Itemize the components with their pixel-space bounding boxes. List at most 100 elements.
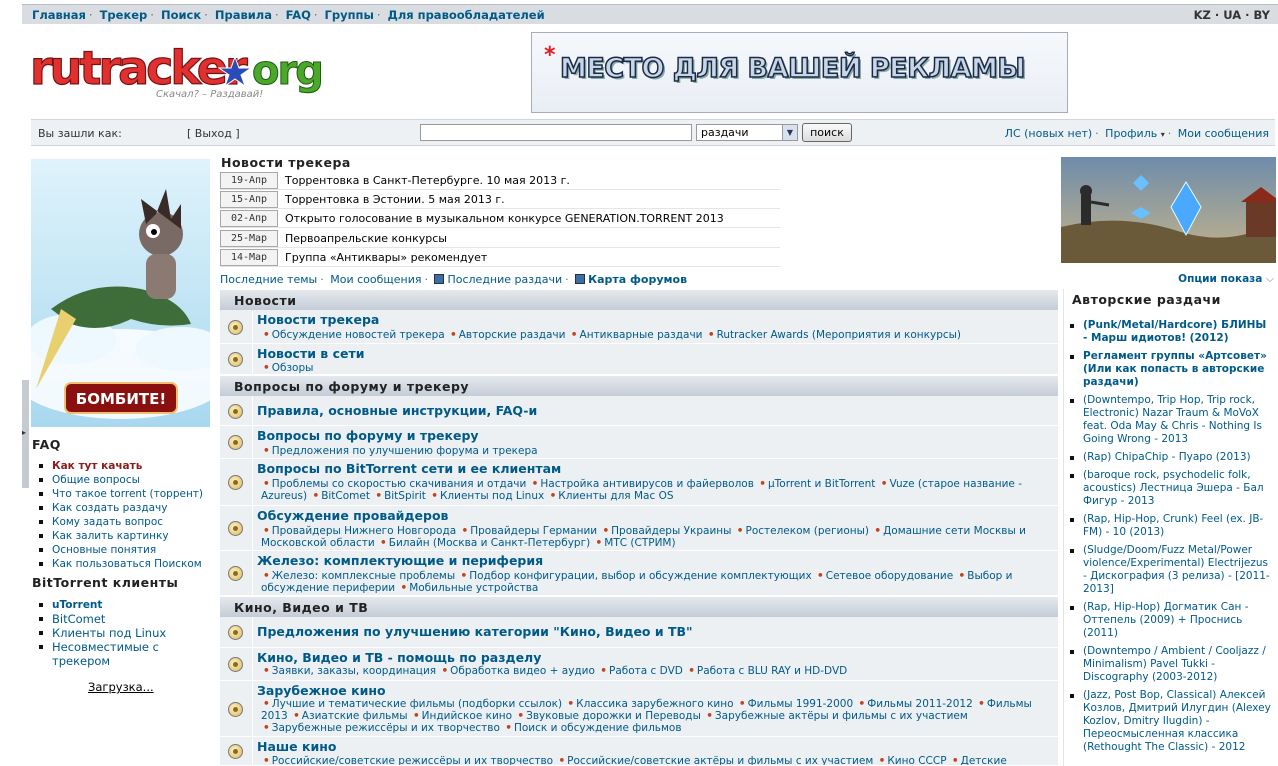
author-release-item[interactable]: (Sludge/Doom/Fuzz Metal/Power violence/E… — [1070, 544, 1271, 596]
display-options-toggle[interactable]: Опции показа ⌵ — [1178, 273, 1274, 286]
left-panel-toggle[interactable]: ▸ — [22, 380, 29, 488]
category-header-news[interactable]: Новости — [220, 289, 1058, 310]
subforum-link[interactable]: Зарубежные режиссёры и их творчество — [272, 722, 500, 734]
author-release-item[interactable]: (Downtempo / Ambient / Cooljazz / Minima… — [1070, 645, 1271, 684]
subforum-link[interactable]: Обзоры — [272, 362, 314, 374]
subforum-link[interactable]: Кино СССР — [887, 755, 946, 765]
subforum-link[interactable]: Российские/советские режиссёры и их твор… — [272, 755, 553, 765]
author-release-item[interactable]: (Jazz, Post Bop, Classical) Алексей Козл… — [1070, 689, 1271, 754]
left-ad-banner[interactable]: БОМБИТЕ! — [31, 159, 210, 427]
forum-title[interactable]: Кино, Видео и ТВ - помощь по разделу — [257, 650, 541, 665]
subforum-link[interactable]: Обсуждение новостей трекера — [272, 329, 445, 341]
logout-link[interactable]: [ Выход ] — [187, 127, 240, 140]
search-input[interactable] — [420, 124, 692, 141]
forum-title[interactable]: Предложения по улучшению категории "Кино… — [257, 624, 693, 639]
faq-item[interactable]: Кому задать вопрос — [38, 515, 203, 529]
subforum-link[interactable]: Обработка видео + аудио — [450, 665, 595, 677]
nav-tracker[interactable]: Трекер — [100, 8, 148, 22]
news-item[interactable]: 19-Апр Торрентовка в Санкт-Петербурге. 1… — [220, 172, 780, 190]
faq-item[interactable]: Общие вопросы — [38, 473, 203, 487]
subforum-link[interactable]: Зарубежные актёры и фильмы с их участием — [715, 710, 968, 722]
client-item-utorrent[interactable]: uTorrent — [39, 598, 172, 612]
news-title[interactable]: Группа «Антиквары» рекомендует — [285, 251, 487, 264]
subforum-link[interactable]: Фильмы 1991-2000 — [748, 698, 854, 710]
faq-item[interactable]: Как создать раздачу — [38, 501, 203, 515]
ad-banner[interactable]: * МЕСТО ДЛЯ ВАШЕЙ РЕКЛАМЫ — [531, 32, 1068, 113]
news-item[interactable]: 25-Мар Первоапрельские конкурсы — [220, 230, 780, 248]
forum-title[interactable]: Железо: комплектующие и периферия — [257, 553, 543, 568]
right-ad-banner[interactable] — [1061, 157, 1276, 263]
subforum-link[interactable]: Предложения по улучшению форума и трекер… — [272, 445, 538, 457]
author-release-item[interactable]: (Rap) ChipaChip - Пуаро (2013) — [1070, 451, 1271, 464]
client-item-bitcomet[interactable]: BitComet — [39, 612, 172, 626]
subforum-link[interactable]: Индийское кино — [422, 710, 512, 722]
forum-title[interactable]: Вопросы по BitTorrent сети и ее клиентам — [257, 461, 561, 476]
author-release-item[interactable]: (Rap, Hip-Hop, Crunk) Feel (ex. JB-FM) -… — [1070, 513, 1271, 539]
news-title[interactable]: Первоапрельские конкурсы — [285, 232, 447, 245]
author-release-item[interactable]: (Rap, Hip-Hop) Догматик Сан - Оттепель (… — [1070, 601, 1271, 640]
author-release-item[interactable]: (baroque rock, psychodelic folk, acousti… — [1070, 469, 1271, 508]
site-logo[interactable]: rutracker org Скачал? – Раздавай! — [29, 40, 330, 102]
forum-title[interactable]: Наше кино — [257, 739, 336, 754]
my-posts-link[interactable]: Мои сообщения — [1178, 127, 1269, 140]
news-item[interactable]: 02-Апр Открыто голосование в музыкальном… — [220, 210, 780, 228]
nav-search[interactable]: Поиск — [161, 8, 201, 22]
subforum-link[interactable]: Авторские раздачи — [459, 329, 566, 341]
subforum-link[interactable]: Клиенты под Linux — [440, 490, 544, 502]
subforum-link[interactable]: Фильмы 2011-2012 — [867, 698, 973, 710]
forum-title[interactable]: Новости трекера — [257, 312, 379, 327]
nav-home[interactable]: Главная — [32, 8, 86, 22]
subforum-link[interactable]: Ростелеком (регионы) — [745, 525, 869, 537]
author-release-item[interactable]: (Downtempo, Trip Hop, Trip rock, Electro… — [1070, 394, 1271, 446]
subforum-link[interactable]: Настройка антивирусов и файерволов — [540, 478, 754, 490]
subforum-link[interactable]: BitSpirit — [384, 490, 426, 502]
subforum-link[interactable]: Железо: комплексные проблемы — [272, 570, 455, 582]
subforum-link[interactable]: Работа с BLU RAY и HD-DVD — [697, 665, 847, 677]
subforum-link[interactable]: Сетевое оборудование — [826, 570, 953, 582]
subforum-link[interactable]: Мобильные устройства — [409, 582, 538, 594]
subforum-link[interactable]: Антикварные раздачи — [580, 329, 703, 341]
subforum-link[interactable]: Заявки, заказы, координация — [272, 665, 436, 677]
news-title[interactable]: Торрентовка в Эстонии. 5 мая 2013 г. — [285, 193, 505, 206]
author-release-item[interactable]: (Punk/Metal/Hardcore) БЛИНЫ - Марш идиот… — [1070, 319, 1271, 345]
subforum-link[interactable]: Проблемы со скоростью скачивания и отдач… — [272, 478, 527, 490]
subforum-link[interactable]: Провайдеры Нижнего Новгорода — [272, 525, 456, 537]
faq-item[interactable]: Как пользоваться Поиском — [38, 557, 203, 571]
forum-title[interactable]: Правила, основные инструкции, FAQ-и — [257, 403, 537, 418]
recent-topics-link[interactable]: Последние темы — [220, 273, 317, 286]
search-button[interactable]: поиск — [802, 123, 852, 142]
profile-link[interactable]: Профиль — [1105, 127, 1157, 140]
faq-item[interactable]: Что такое torrent (торрент) — [38, 487, 203, 501]
private-messages-link[interactable]: ЛС (новых нет) — [1005, 127, 1093, 140]
subforum-link[interactable]: Билайн (Москва и Санкт-Петербург) — [389, 537, 590, 549]
nav-copyright[interactable]: Для правообладателей — [388, 8, 545, 22]
faq-item[interactable]: Как тут качать — [38, 459, 203, 473]
nav-faq[interactable]: FAQ — [286, 8, 311, 22]
forum-title[interactable]: Вопросы по форуму и трекеру — [257, 428, 479, 443]
subforum-link[interactable]: Классика зарубежного кино — [576, 698, 733, 710]
subforum-link[interactable]: Клиенты для Mac OS — [558, 490, 673, 502]
news-item[interactable]: 15-Апр Торрентовка в Эстонии. 5 мая 2013… — [220, 191, 780, 209]
client-item-linux[interactable]: Клиенты под Linux — [39, 626, 172, 640]
subforum-link[interactable]: Работа с DVD — [609, 665, 683, 677]
faq-item[interactable]: Основные понятия — [38, 543, 203, 557]
author-release-item[interactable]: Регламент группы «Артсовет» (Или как поп… — [1070, 350, 1271, 389]
subforum-link[interactable]: МТС (СТРИМ) — [604, 537, 675, 549]
subforum-link[interactable]: Азиатские фильмы — [302, 710, 408, 722]
my-posts-quick-link[interactable]: Мои сообщения — [330, 273, 421, 286]
category-header-movies[interactable]: Кино, Видео и ТВ — [220, 596, 1058, 617]
nav-groups[interactable]: Группы — [325, 8, 374, 22]
subforum-link[interactable]: Провайдеры Германии — [470, 525, 597, 537]
forum-title[interactable]: Обсуждение провайдеров — [257, 508, 448, 523]
forum-map-link[interactable]: Карта форумов — [588, 273, 687, 286]
subforum-link[interactable]: Подбор конфигурации, выбор и обсуждение … — [469, 570, 811, 582]
subforum-link[interactable]: Провайдеры Украины — [611, 525, 731, 537]
faq-item[interactable]: Как залить картинку — [38, 529, 203, 543]
subforum-link[interactable]: Лучшие и тематические фильмы (подборки с… — [272, 698, 562, 710]
subforum-link[interactable]: BitComet — [321, 490, 370, 502]
language-links[interactable]: KZ · UA · BY — [1194, 8, 1270, 22]
subforum-link[interactable]: Rutracker Awards (Мероприятия и конкурсы… — [717, 329, 961, 341]
subforum-link[interactable]: Звуковые дорожки и Переводы — [526, 710, 701, 722]
nav-rules[interactable]: Правила — [215, 8, 272, 22]
forum-title[interactable]: Зарубежное кино — [257, 683, 386, 698]
